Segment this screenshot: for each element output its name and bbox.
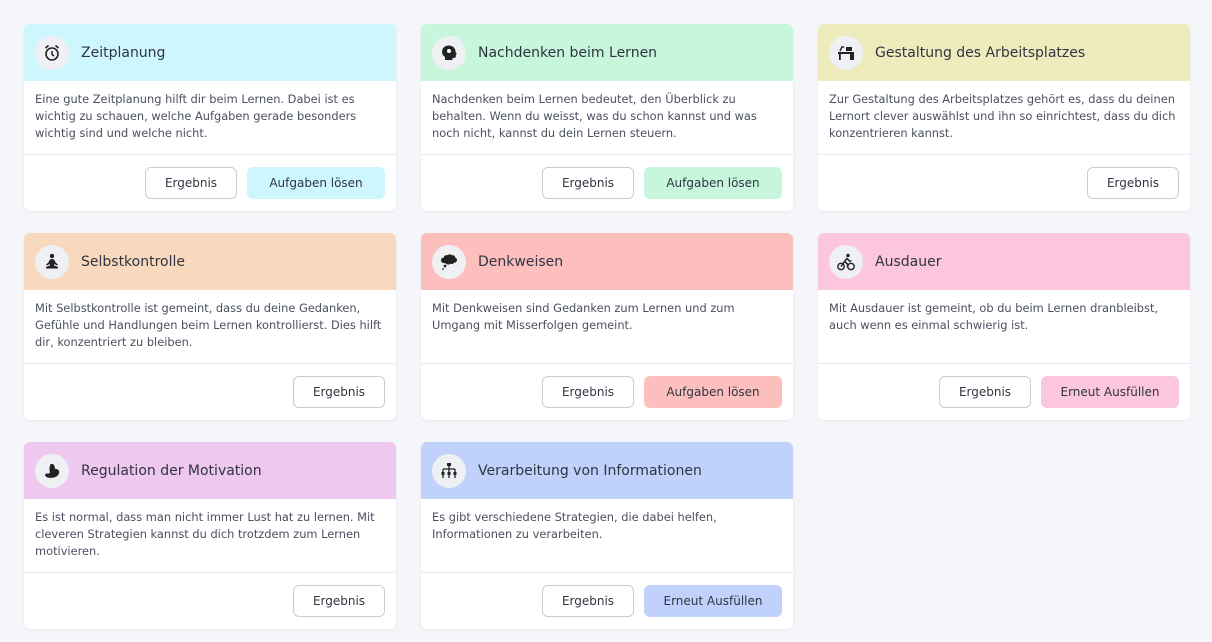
head-thinking-icon <box>432 35 466 70</box>
solve-tasks-button[interactable]: Aufgaben lösen <box>644 167 782 199</box>
card-header: Zeitplanung <box>24 24 396 81</box>
card-title: Regulation der Motivation <box>81 462 262 479</box>
result-button[interactable]: Ergebnis <box>542 376 634 408</box>
thought-bubble-icon <box>432 244 466 279</box>
card-description: Mit Denkweisen sind Gedanken zum Lernen … <box>421 290 793 364</box>
card-description: Mit Ausdauer ist gemeint, ob du beim Ler… <box>818 290 1190 364</box>
card-footer: Ergebnis Erneut Ausfüllen <box>421 573 793 629</box>
result-button[interactable]: Ergebnis <box>293 376 385 408</box>
card-title: Verarbeitung von Informationen <box>478 462 702 479</box>
card-header: Regulation der Motivation <box>24 442 396 499</box>
card-footer: Ergebnis <box>24 573 396 629</box>
flexed-arm-icon <box>35 453 69 488</box>
refill-button[interactable]: Erneut Ausfüllen <box>1041 376 1179 408</box>
card-footer: Ergebnis Aufgaben lösen <box>24 155 396 211</box>
solve-tasks-button[interactable]: Aufgaben lösen <box>247 167 385 199</box>
card-title: Nachdenken beim Lernen <box>478 44 658 61</box>
card-denkweisen: Denkweisen Mit Denkweisen sind Gedanken … <box>421 233 793 420</box>
card-title: Gestaltung des Arbeitsplatzes <box>875 44 1086 61</box>
card-footer: Ergebnis Aufgaben lösen <box>421 155 793 211</box>
card-header: Nachdenken beim Lernen <box>421 24 793 81</box>
cyclist-icon <box>829 244 863 279</box>
solve-tasks-button[interactable]: Aufgaben lösen <box>644 376 782 408</box>
result-button[interactable]: Ergebnis <box>542 585 634 617</box>
card-zeitplanung: Zeitplanung Eine gute Zeitplanung hilft … <box>24 24 396 211</box>
card-description: Nachdenken beim Lernen bedeutet, den Übe… <box>421 81 793 155</box>
card-header: Denkweisen <box>421 233 793 290</box>
card-description: Es ist normal, dass man nicht immer Lust… <box>24 499 396 573</box>
desk-icon <box>829 35 863 70</box>
hierarchy-icon <box>432 453 466 488</box>
card-description: Eine gute Zeitplanung hilft dir beim Ler… <box>24 81 396 155</box>
card-header: Selbstkontrolle <box>24 233 396 290</box>
result-button[interactable]: Ergebnis <box>542 167 634 199</box>
card-selbstkontrolle: Selbstkontrolle Mit Selbstkontrolle ist … <box>24 233 396 420</box>
result-button[interactable]: Ergebnis <box>293 585 385 617</box>
card-gestaltung-des-arbeitsplatzes: Gestaltung des Arbeitsplatzes Zur Gestal… <box>818 24 1190 211</box>
card-regulation-der-motivation: Regulation der Motivation Es ist normal,… <box>24 442 396 629</box>
alarm-clock-icon <box>35 35 69 70</box>
card-footer: Ergebnis Aufgaben lösen <box>421 364 793 420</box>
card-description: Zur Gestaltung des Arbeitsplatzes gehört… <box>818 81 1190 155</box>
result-button[interactable]: Ergebnis <box>939 376 1031 408</box>
card-header: Verarbeitung von Informationen <box>421 442 793 499</box>
card-ausdauer: Ausdauer Mit Ausdauer ist gemeint, ob du… <box>818 233 1190 420</box>
meditation-icon <box>35 244 69 279</box>
card-description: Es gibt verschiedene Strategien, die dab… <box>421 499 793 573</box>
result-button[interactable]: Ergebnis <box>145 167 237 199</box>
card-title: Selbstkontrolle <box>81 253 186 270</box>
card-description: Mit Selbstkontrolle ist gemeint, dass du… <box>24 290 396 364</box>
card-header: Ausdauer <box>818 233 1190 290</box>
learning-strategies-page: Zeitplanung Eine gute Zeitplanung hilft … <box>0 0 1212 642</box>
card-footer: Ergebnis Erneut Ausfüllen <box>818 364 1190 420</box>
refill-button[interactable]: Erneut Ausfüllen <box>644 585 782 617</box>
card-footer: Ergebnis <box>24 364 396 420</box>
card-title: Ausdauer <box>875 253 942 270</box>
card-footer: Ergebnis <box>818 155 1190 211</box>
card-title: Denkweisen <box>478 253 564 270</box>
result-button[interactable]: Ergebnis <box>1087 167 1179 199</box>
card-nachdenken-beim-lernen: Nachdenken beim Lernen Nachdenken beim L… <box>421 24 793 211</box>
card-header: Gestaltung des Arbeitsplatzes <box>818 24 1190 81</box>
card-title: Zeitplanung <box>81 44 166 61</box>
card-verarbeitung-von-informationen: Verarbeitung von Informationen Es gibt v… <box>421 442 793 629</box>
